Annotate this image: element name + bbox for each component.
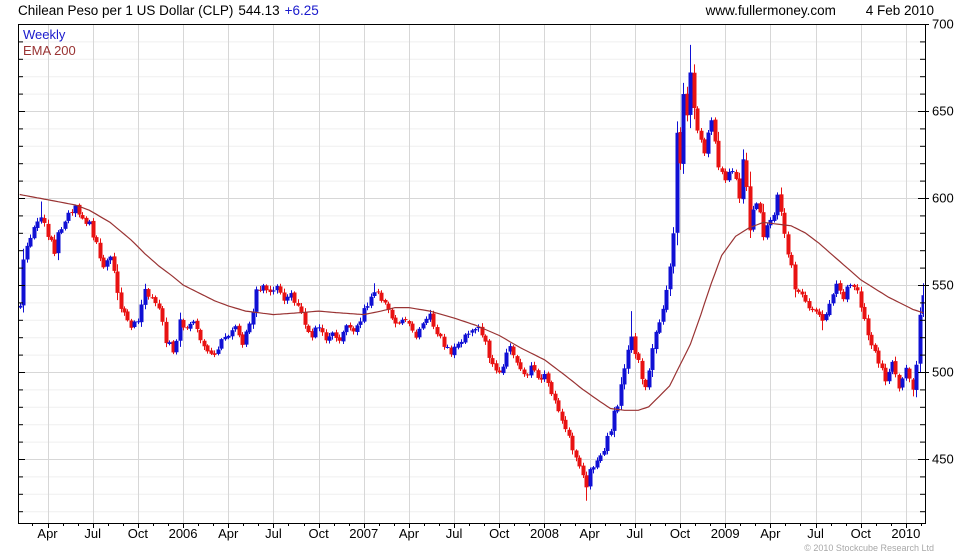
svg-text:Jul: Jul	[84, 526, 101, 541]
chart-legend: Weekly EMA 200	[23, 27, 76, 59]
legend-ema-label: EMA 200	[23, 43, 76, 58]
svg-text:Oct: Oct	[128, 526, 149, 541]
svg-text:2009: 2009	[711, 526, 740, 541]
svg-text:2006: 2006	[169, 526, 198, 541]
svg-text:2007: 2007	[349, 526, 378, 541]
svg-text:650: 650	[932, 104, 954, 119]
svg-text:700: 700	[932, 17, 954, 32]
svg-text:Oct: Oct	[308, 526, 329, 541]
plot-border	[18, 24, 926, 524]
svg-text:Oct: Oct	[489, 526, 510, 541]
price-chart-svg: 450 500 550 600 650 700 Apr Jul Oct 2006 Apr Jul Oct…	[18, 17, 954, 541]
svg-text:2010: 2010	[891, 526, 920, 541]
y-axis-labels: 450 500 550 600 650 700	[932, 17, 954, 467]
svg-text:Jul: Jul	[446, 526, 463, 541]
copyright-text: © 2010 Stockcube Research Ltd	[804, 543, 934, 553]
axis-ticks	[18, 24, 929, 528]
svg-text:Oct: Oct	[670, 526, 691, 541]
svg-text:Jul: Jul	[807, 526, 824, 541]
svg-text:600: 600	[932, 191, 954, 206]
svg-text:Apr: Apr	[580, 526, 601, 541]
svg-text:Apr: Apr	[399, 526, 420, 541]
chart-page: Chilean Peso per 1 US Dollar (CLP) 544.13…	[0, 0, 980, 560]
candles-group	[19, 44, 924, 501]
svg-text:Apr: Apr	[218, 526, 239, 541]
svg-text:Apr: Apr	[37, 526, 58, 541]
svg-text:Apr: Apr	[760, 526, 781, 541]
svg-text:2008: 2008	[530, 526, 559, 541]
svg-text:Jul: Jul	[627, 526, 644, 541]
svg-text:550: 550	[932, 278, 954, 293]
svg-text:Oct: Oct	[851, 526, 872, 541]
gridlines	[18, 24, 925, 523]
svg-text:450: 450	[932, 452, 954, 467]
svg-text:Jul: Jul	[265, 526, 282, 541]
svg-text:500: 500	[932, 365, 954, 380]
x-axis-labels: Apr Jul Oct 2006 Apr Jul Oct 2007 Apr Jul Oct 2008 A…	[37, 526, 920, 541]
legend-weekly-label: Weekly	[23, 27, 66, 42]
